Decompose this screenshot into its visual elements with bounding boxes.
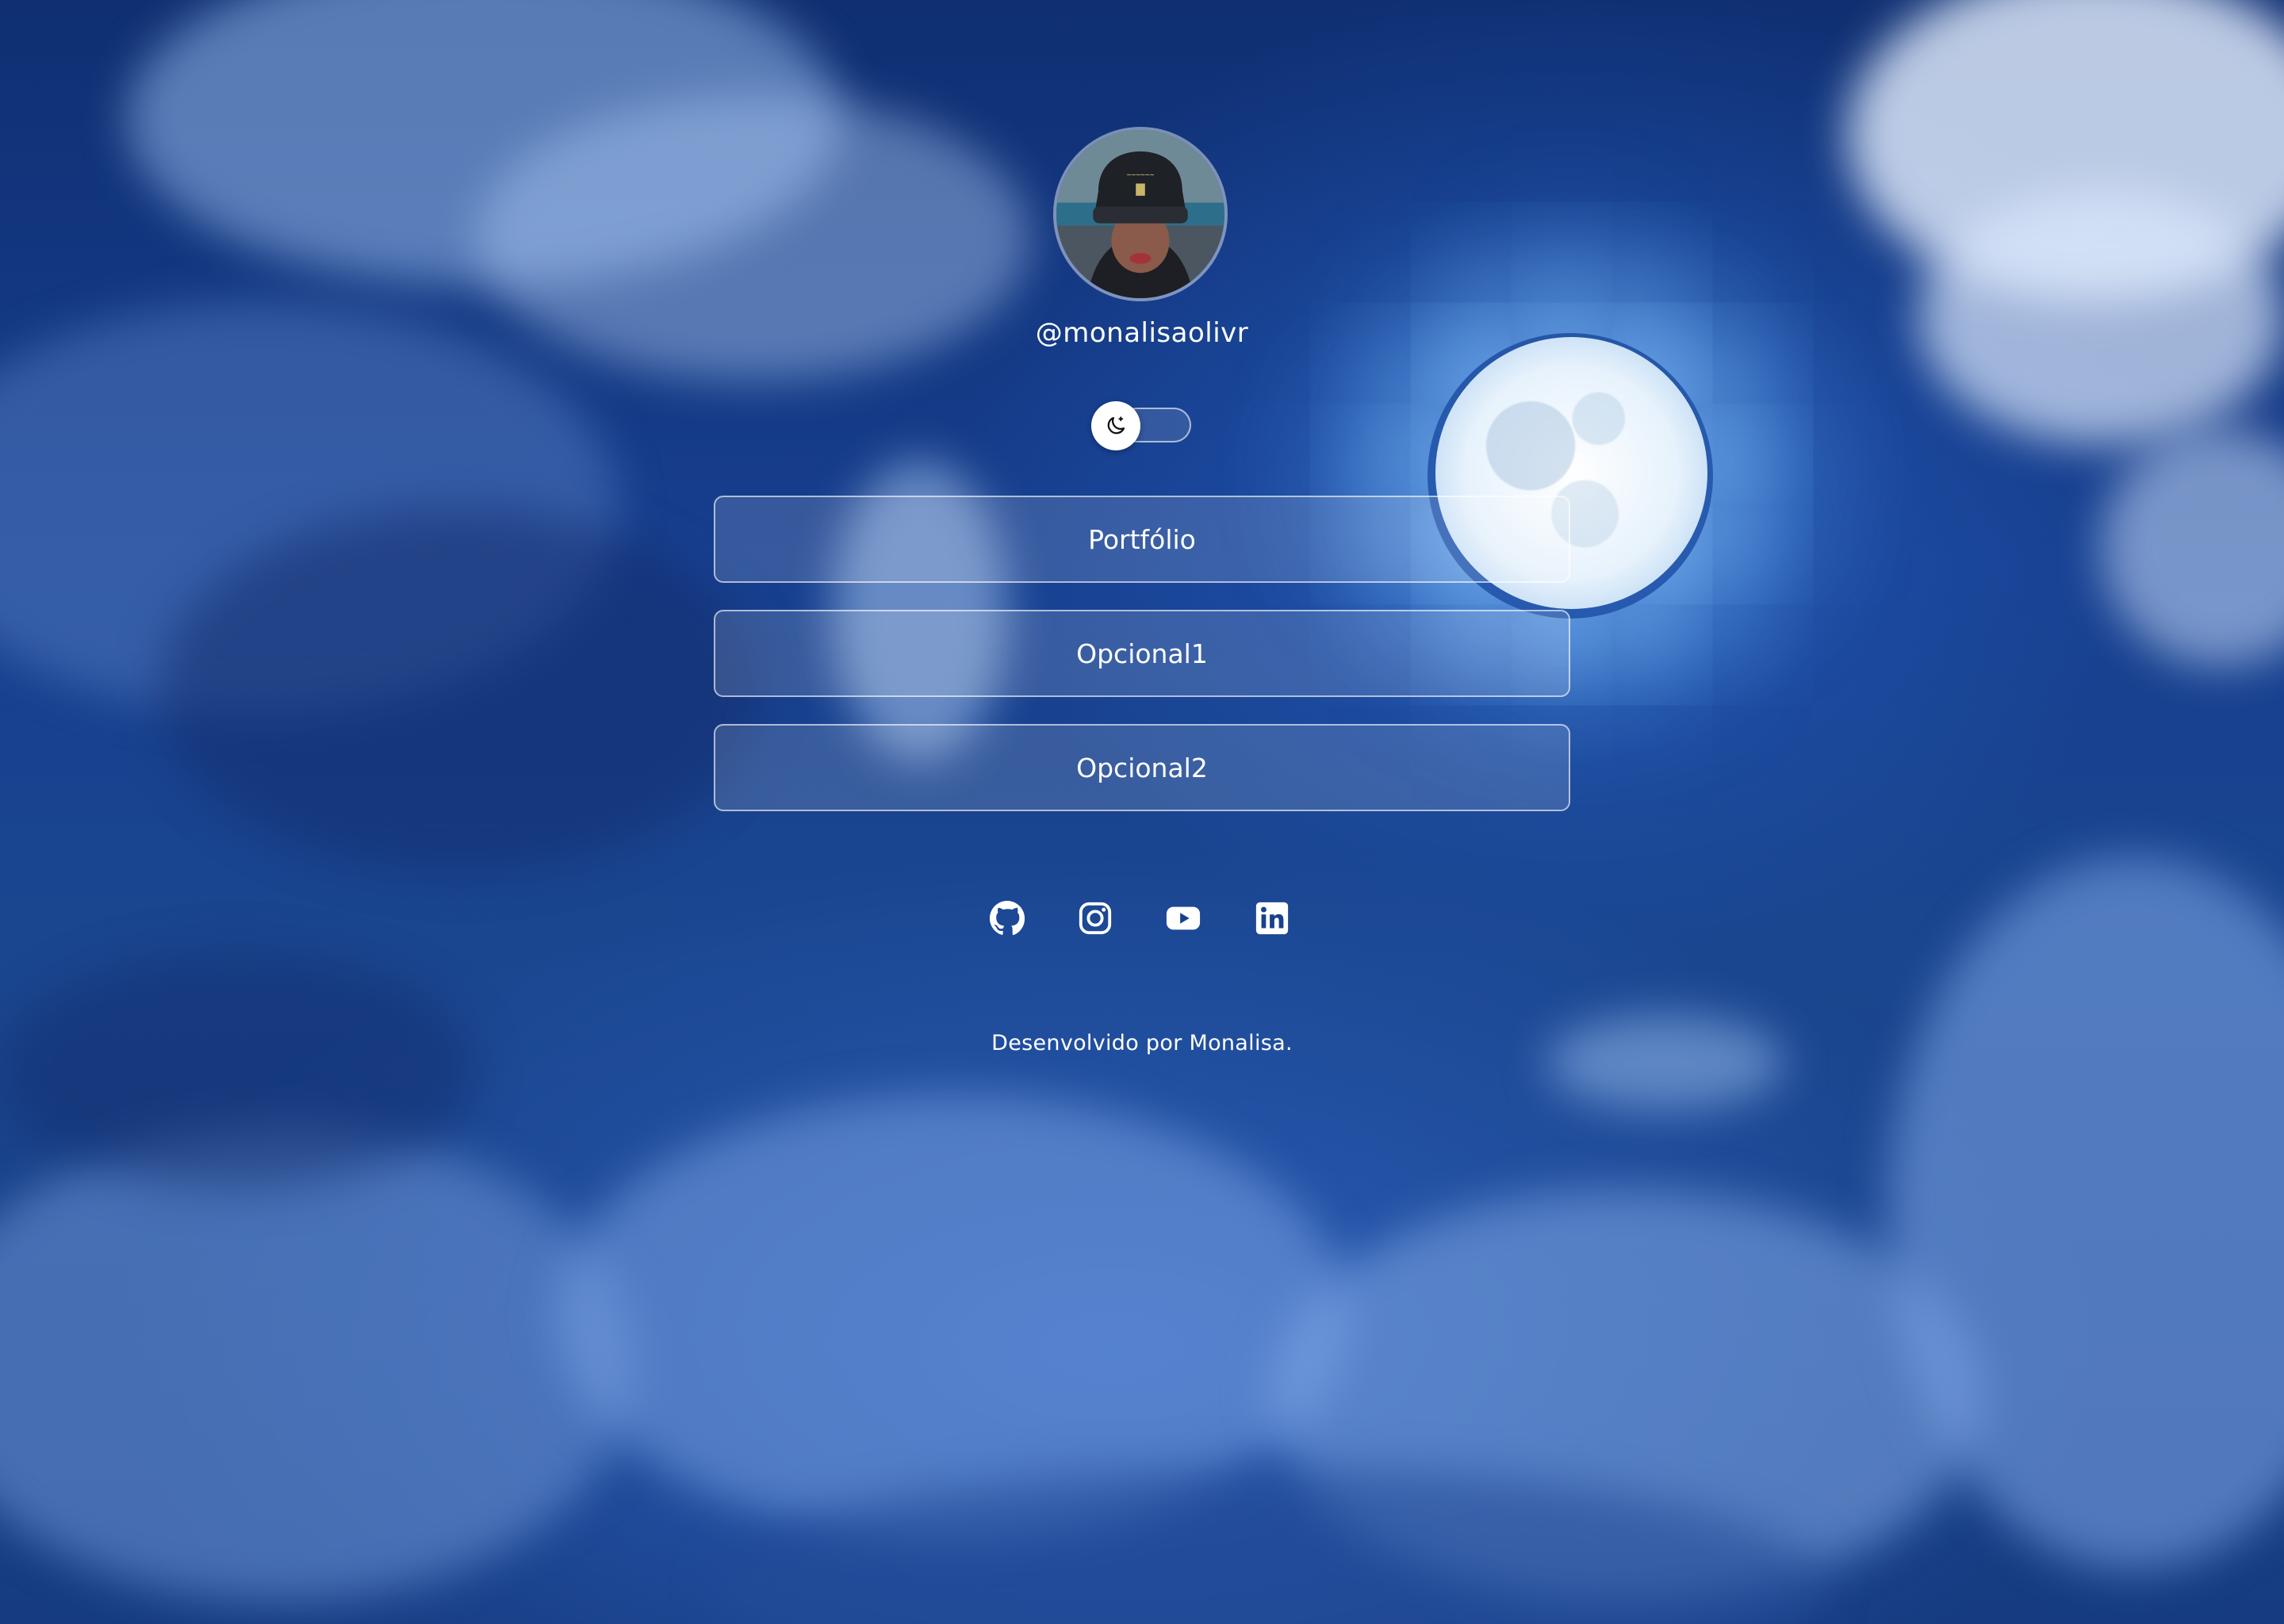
theme-toggle[interactable] [1091, 401, 1193, 450]
linkedin-icon [1255, 902, 1289, 935]
cloud [1919, 190, 2284, 444]
youtube-icon [1166, 906, 1201, 930]
cloud [159, 508, 761, 872]
avatar: ~~~~~~ [1053, 127, 1228, 301]
username: @monalisaolivr [1035, 317, 1249, 349]
svg-text:~~~~~~: ~~~~~~ [1127, 171, 1155, 180]
cloud [1546, 1015, 1784, 1110]
instagram-icon [1079, 902, 1112, 935]
instagram-link[interactable] [1073, 896, 1117, 940]
cloud [0, 1126, 634, 1602]
toggle-knob[interactable] [1091, 401, 1140, 450]
footer-credit: Desenvolvido por Monalisa. [991, 1031, 1293, 1055]
moon-icon [1107, 416, 1125, 435]
portfolio-button[interactable]: Portfólio [714, 496, 1570, 583]
github-icon [989, 900, 1025, 936]
github-link[interactable] [985, 896, 1029, 940]
avatar-photo: ~~~~~~ [1056, 130, 1224, 298]
cloud [0, 952, 476, 1189]
opcional1-button[interactable]: Opcional1 [714, 610, 1570, 697]
cloud [2102, 428, 2284, 666]
youtube-link[interactable] [1161, 896, 1205, 940]
opcional2-button[interactable]: Opcional2 [714, 724, 1570, 811]
social-links [983, 896, 1301, 944]
linkedin-link[interactable] [1250, 896, 1294, 940]
